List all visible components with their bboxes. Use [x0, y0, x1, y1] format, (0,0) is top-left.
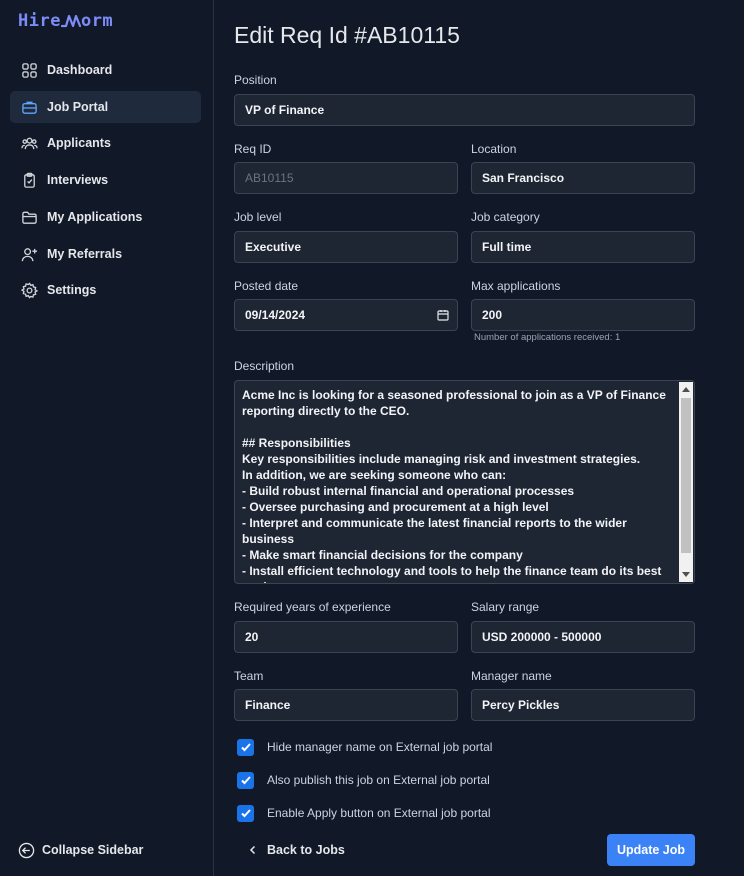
back-to-jobs-button[interactable]: Back to Jobs	[248, 838, 345, 862]
logo-text-right: orm	[80, 11, 114, 31]
description-label: Description	[234, 359, 295, 373]
checkmark-icon	[240, 809, 251, 818]
location-label: Location	[471, 142, 517, 156]
sidebar-item-label: Job Portal	[47, 100, 109, 114]
location-input[interactable]: San Francisco	[471, 162, 695, 194]
job-level-label: Job level	[234, 210, 282, 224]
sidebar-item-label: Interviews	[47, 173, 109, 187]
hide-manager-name-option[interactable]: Hide manager name on External job portal	[234, 737, 492, 757]
collapse-sidebar-button[interactable]: Collapse Sidebar	[18, 838, 143, 862]
calendar-icon[interactable]	[437, 309, 449, 321]
manager-name-label: Manager name	[471, 669, 552, 683]
description-scrollbar[interactable]	[679, 382, 693, 582]
users-icon	[20, 134, 38, 152]
sidebar-item-label: My Applications	[47, 210, 143, 224]
sidebar-item-job-portal[interactable]: Job Portal	[10, 91, 201, 123]
page-title: Edit Req Id #AB10115	[234, 22, 460, 48]
checkbox-label: Enable Apply button on External job port…	[267, 806, 491, 820]
checkmark-icon	[240, 776, 251, 785]
scroll-up-arrow-icon[interactable]	[682, 387, 690, 392]
sidebar-item-my-referrals[interactable]: My Referrals	[10, 238, 201, 270]
sidebar-item-label: Settings	[47, 283, 97, 297]
edit-job-form: Edit Req Id #AB10115 Position VP of Fina…	[234, 0, 696, 876]
description-textarea[interactable]: Acme Inc is looking for a seasoned profe…	[234, 380, 695, 584]
briefcase-icon	[20, 98, 38, 116]
app-logo[interactable]: Hire orm	[18, 10, 113, 32]
team-input[interactable]: Finance	[234, 689, 458, 721]
user-plus-icon	[20, 245, 38, 263]
years-experience-input[interactable]: 20	[234, 621, 458, 653]
posted-date-input[interactable]: 09/14/2024	[234, 299, 458, 331]
posted-date-value: 09/14/2024	[245, 308, 306, 322]
sidebar-item-label: Applicants	[47, 136, 111, 150]
sidebar-item-applicants[interactable]: Applicants	[10, 127, 201, 159]
gear-icon	[20, 281, 38, 299]
scrollbar-thumb[interactable]	[681, 398, 691, 553]
sidebar: Hire orm Dashboard Job Portal Applicants…	[0, 0, 214, 876]
folder-icon	[20, 208, 38, 226]
applications-received-hint: Number of applications received: 1	[474, 332, 621, 343]
logo-wave-icon	[60, 14, 81, 28]
publish-external-checkbox[interactable]	[237, 771, 254, 789]
clipboard-icon	[20, 171, 38, 189]
years-experience-label: Required years of experience	[234, 600, 391, 614]
salary-range-input[interactable]: USD 200000 - 500000	[471, 621, 695, 653]
enable-apply-checkbox[interactable]	[237, 804, 254, 822]
scroll-down-arrow-icon[interactable]	[682, 572, 690, 577]
position-label: Position	[234, 73, 277, 87]
job-level-input[interactable]: Executive	[234, 231, 458, 263]
posted-date-label: Posted date	[234, 279, 299, 293]
description-text: Acme Inc is looking for a seasoned profe…	[242, 388, 666, 583]
sidebar-item-my-applications[interactable]: My Applications	[10, 201, 201, 233]
sidebar-item-label: Dashboard	[47, 63, 113, 77]
hide-manager-name-checkbox[interactable]	[237, 738, 254, 756]
checkbox-label: Hide manager name on External job portal	[267, 740, 493, 754]
sidebar-item-settings[interactable]: Settings	[10, 274, 201, 306]
job-category-label: Job category	[471, 210, 540, 224]
max-applications-label: Max applications	[471, 279, 561, 293]
req-id-input: AB10115	[234, 162, 458, 194]
job-category-input[interactable]: Full time	[471, 231, 695, 263]
sidebar-item-dashboard[interactable]: Dashboard	[10, 54, 201, 86]
checkmark-icon	[240, 743, 251, 752]
collapse-sidebar-label: Collapse Sidebar	[42, 843, 144, 857]
req-id-label: Req ID	[234, 142, 272, 156]
arrow-left-circle-icon	[18, 842, 35, 858]
back-to-jobs-label: Back to Jobs	[267, 843, 345, 857]
grid-icon	[20, 61, 38, 79]
team-label: Team	[234, 669, 264, 683]
checkbox-label: Also publish this job on External job po…	[267, 773, 490, 787]
sidebar-item-interviews[interactable]: Interviews	[10, 164, 201, 196]
enable-apply-option[interactable]: Enable Apply button on External job port…	[234, 803, 491, 823]
manager-name-input[interactable]: Percy Pickles	[471, 689, 695, 721]
chevron-left-icon	[249, 845, 256, 855]
position-input[interactable]: VP of Finance	[234, 94, 695, 126]
max-applications-input[interactable]: 200	[471, 299, 695, 331]
logo-text-left: Hire	[18, 11, 61, 31]
salary-range-label: Salary range	[471, 600, 540, 614]
update-job-button[interactable]: Update Job	[607, 834, 695, 866]
publish-external-option[interactable]: Also publish this job on External job po…	[234, 770, 490, 790]
sidebar-item-label: My Referrals	[47, 247, 123, 261]
